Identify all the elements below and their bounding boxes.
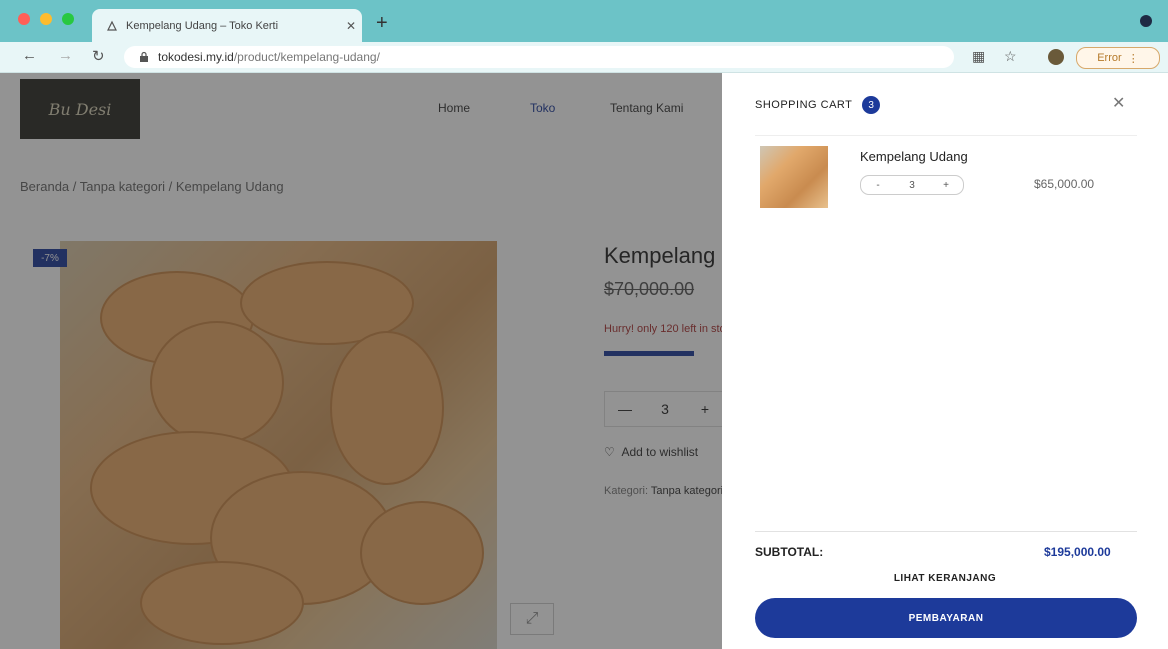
new-tab-button[interactable]: + — [376, 12, 388, 35]
back-arrow-icon[interactable]: ← — [22, 47, 37, 64]
cart-qty-minus-button[interactable]: - — [861, 180, 895, 191]
subtotal-label: SUBTOTAL: — [755, 545, 824, 559]
cart-item-price: $65,000.00 — [1034, 177, 1095, 191]
url-host: tokodesi.my.id — [158, 50, 234, 64]
browser-tab-bar: Kempelang Udang – Toko Kerti ✕ + — [0, 0, 1168, 42]
view-cart-link[interactable]: LIHAT KERANJANG — [722, 573, 1168, 584]
window-minimize-button[interactable] — [40, 13, 52, 25]
lock-icon — [140, 51, 148, 62]
browser-tab-active[interactable]: Kempelang Udang – Toko Kerti ✕ — [92, 9, 362, 42]
site-favicon-icon — [107, 20, 117, 31]
tab-title: Kempelang Udang – Toko Kerti — [126, 19, 279, 32]
tab-close-icon[interactable]: ✕ — [340, 19, 362, 33]
close-icon[interactable]: ✕ — [1112, 93, 1125, 113]
address-bar[interactable]: tokodesi.my.id/product/kempelang-udang/ — [124, 46, 954, 68]
error-label: Error — [1097, 52, 1122, 64]
divider — [755, 135, 1137, 136]
cart-qty-value[interactable]: 3 — [895, 180, 929, 191]
divider — [755, 531, 1137, 532]
subtotal-value: $195,000.00 — [1044, 545, 1111, 559]
kebab-menu-icon: ⋮ — [1127, 52, 1139, 65]
cart-count-badge: 3 — [862, 96, 881, 114]
cart-header: SHOPPING CART 3 — [755, 96, 881, 114]
url-path: /product/kempelang-udang/ — [233, 50, 380, 64]
cart-item-quantity-stepper[interactable]: - 3 + — [860, 175, 964, 195]
error-button[interactable]: Error ⋮ — [1076, 47, 1160, 69]
url-text: tokodesi.my.id/product/kempelang-udang/ — [158, 50, 380, 64]
window-close-button[interactable] — [18, 13, 30, 25]
window-zoom-button[interactable] — [62, 13, 74, 25]
cart-backdrop-overlay[interactable] — [0, 73, 722, 649]
cart-qty-plus-button[interactable]: + — [929, 180, 963, 191]
cart-drawer: SHOPPING CART 3 ✕ Kempelang Udang - 3 + … — [722, 73, 1168, 649]
bookmark-star-icon[interactable]: ☆ — [1004, 48, 1017, 65]
forward-arrow-icon[interactable]: → — [58, 47, 73, 64]
cart-item-name[interactable]: Kempelang Udang — [860, 149, 968, 164]
browser-menu-icon[interactable] — [1140, 15, 1152, 27]
reload-icon[interactable]: ↻ — [92, 47, 105, 65]
cart-heading: SHOPPING CART — [755, 99, 853, 111]
checkout-button[interactable]: PEMBAYARAN — [755, 598, 1137, 638]
browser-toolbar: ← → ↻ tokodesi.my.id/product/kempelang-u… — [0, 42, 1168, 73]
profile-avatar[interactable] — [1048, 49, 1064, 65]
cart-item-thumbnail[interactable] — [760, 146, 828, 208]
install-app-icon[interactable]: ▦ — [972, 48, 985, 65]
